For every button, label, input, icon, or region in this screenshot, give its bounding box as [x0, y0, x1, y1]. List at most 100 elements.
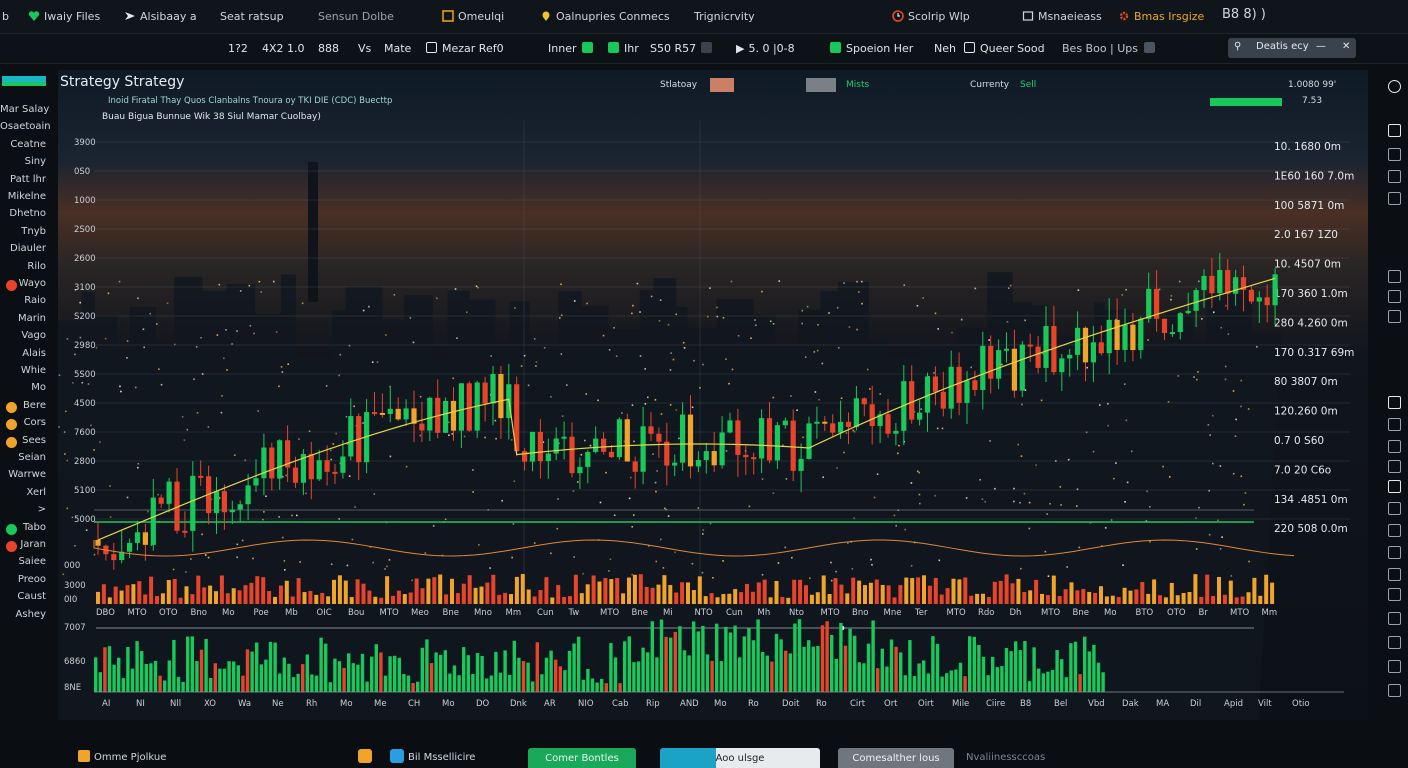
- toolbar-item[interactable]: Vs: [358, 41, 371, 57]
- sidebar-item[interactable]: Ceatne: [0, 139, 50, 155]
- toolbar-item[interactable]: 4X2 1.0: [262, 41, 305, 57]
- sidebar-item[interactable]: Xerl: [0, 487, 50, 503]
- left-icon[interactable]: [1388, 546, 1401, 559]
- text-icon[interactable]: [1388, 636, 1401, 649]
- magnet-icon[interactable]: [1388, 588, 1401, 601]
- toolbar-item[interactable]: Queer Sood: [964, 41, 1045, 57]
- sidebar-item[interactable]: Mar Salay: [0, 104, 50, 120]
- menu-item-sensun[interactable]: Sensun Dolbe: [318, 9, 394, 25]
- drop-icon[interactable]: [1388, 418, 1401, 431]
- toolbar-item[interactable]: Mate: [384, 41, 411, 57]
- sidebar-item[interactable]: Warrwe: [0, 469, 50, 485]
- volume-bar: [1217, 577, 1221, 604]
- toolbar-item[interactable]: Bes Boo | Ups: [1062, 41, 1160, 57]
- sidebar-item[interactable]: Ashey: [0, 609, 50, 625]
- sidebar-item[interactable]: Raio: [0, 295, 50, 311]
- toolbar-item[interactable]: Inner: [548, 41, 576, 57]
- tab-button-green[interactable]: Comer Bontles: [528, 748, 636, 768]
- menu-item-scolrip[interactable]: Scolrip Wlp: [892, 9, 970, 25]
- menu-item-alsibaay[interactable]: Alsibaay a: [124, 9, 197, 25]
- city-light: [813, 351, 816, 353]
- city-light: [1023, 492, 1026, 495]
- toolbar-item[interactable]: ▶ 5. 0 |0-8: [736, 41, 795, 57]
- histogram-bar: [531, 681, 535, 692]
- menu-item-trignicrvity[interactable]: Trignicrvity: [694, 9, 755, 25]
- toolbar-item[interactable]: S50 R57: [650, 41, 717, 57]
- speaker-icon[interactable]: [1388, 124, 1401, 137]
- sidebar-item[interactable]: Rilo: [0, 261, 50, 277]
- menu-item-conmecs[interactable]: Oalnupries Conmecs: [540, 9, 670, 25]
- globe-icon[interactable]: [1388, 80, 1401, 93]
- down-icon[interactable]: [1388, 612, 1401, 625]
- sidebar-item[interactable]: Seian: [0, 452, 50, 468]
- sidebar-item[interactable]: >: [0, 504, 50, 520]
- sidebar-item[interactable]: Caust: [0, 591, 50, 607]
- menu-item-seat[interactable]: Seat ratsup: [220, 9, 284, 25]
- city-light: [158, 368, 160, 370]
- sidebar-item[interactable]: Jaran: [0, 539, 50, 555]
- sidebar-item[interactable]: Tnyb: [0, 226, 50, 242]
- candlestick-chart[interactable]: 3900 0S0 1000 2S00 2600 3100 S200 2980 5S00 4500 7…: [58, 70, 1368, 720]
- toolbar-item[interactable]: 888: [318, 41, 339, 57]
- tab-button-gray[interactable]: Comesalther lous: [838, 748, 954, 768]
- sidebar-item[interactable]: Bere: [0, 400, 50, 416]
- ruler-icon[interactable]: [1388, 524, 1401, 537]
- menu-icon[interactable]: —: [1316, 41, 1326, 52]
- tab-button-cyan[interactable]: Aoo ulsge: [660, 748, 820, 768]
- sidebar-item[interactable]: Cors: [0, 417, 50, 433]
- city-light: [1123, 383, 1126, 385]
- slash-icon[interactable]: [1388, 660, 1401, 673]
- cursor-icon[interactable]: [1388, 568, 1401, 581]
- brush-icon[interactable]: [1388, 310, 1401, 323]
- menu-item-b8[interactable]: B8 8) ): [1222, 7, 1266, 23]
- sidebar-item[interactable]: Alais: [0, 348, 50, 364]
- sidebar-item[interactable]: Tabo: [0, 522, 50, 538]
- lock-icon[interactable]: [1388, 290, 1401, 303]
- toolbar-item[interactable]: [582, 41, 598, 57]
- plus-icon[interactable]: [1388, 440, 1401, 453]
- toolbar-item[interactable]: Mezar Ref0: [426, 41, 504, 57]
- histogram-bar: [158, 675, 162, 692]
- bell-icon[interactable]: [1388, 170, 1401, 183]
- pencil-icon[interactable]: [1388, 480, 1401, 493]
- sidebar-item[interactable]: Vago: [0, 330, 50, 346]
- sidebar-item[interactable]: Siny: [0, 156, 50, 172]
- menu-item-b[interactable]: b: [2, 9, 9, 25]
- toolbar-item[interactable]: Ihr: [608, 41, 639, 57]
- sidebar-item[interactable]: Sees: [0, 435, 50, 451]
- bottom-item[interactable]: Omme Pjolkue: [78, 748, 166, 768]
- close-icon[interactable]: ✕: [1342, 41, 1350, 52]
- sidebar-item[interactable]: Patt lhr: [0, 174, 50, 190]
- menu-item-omeulqi[interactable]: Omeulqi: [442, 9, 504, 25]
- menu-item-msnaeieass[interactable]: Msnaeieass: [1022, 9, 1102, 25]
- sidebar-item[interactable]: Wayo: [0, 278, 50, 294]
- more-icon[interactable]: [1388, 684, 1401, 697]
- sidebar-item[interactable]: Diauler: [0, 243, 50, 259]
- city-light: [722, 560, 724, 562]
- sidebar-item[interactable]: Dhetno: [0, 208, 50, 224]
- volume-bar: [113, 586, 118, 604]
- trend-icon[interactable]: [1388, 460, 1401, 473]
- histogram-bar: [646, 652, 650, 692]
- search-box[interactable]: ⚲ Deatis ecy — ✕: [1228, 38, 1356, 58]
- sidebar-item[interactable]: Saiee: [0, 556, 50, 572]
- toolbar-item[interactable]: Neh: [934, 41, 956, 57]
- toolbar-item[interactable]: Spoeion Her: [830, 41, 913, 57]
- bottom-item[interactable]: Bil Mssellicire: [358, 748, 475, 768]
- toolbar-item[interactable]: 1?2: [228, 41, 248, 57]
- circle-icon[interactable]: [1388, 502, 1401, 515]
- sidebar-item[interactable]: Marin: [0, 313, 50, 329]
- sidebar-item[interactable]: Mikelne: [0, 191, 50, 207]
- layers-icon[interactable]: [1388, 270, 1401, 283]
- sidebar-item[interactable]: Whie: [0, 365, 50, 381]
- sidebar-item[interactable]: Preoo: [0, 574, 50, 590]
- histogram-bar: [549, 650, 553, 692]
- menu-item-bmas[interactable]: Bmas Irsgize: [1118, 9, 1204, 25]
- menu-item-files[interactable]: Iwaiy Files: [28, 9, 100, 25]
- bottom-item[interactable]: Nvaliinessccoas: [966, 748, 1045, 768]
- link-icon[interactable]: [1388, 192, 1401, 205]
- sidebar-item[interactable]: Osaetoaing: [0, 121, 50, 137]
- trash-icon[interactable]: [1388, 148, 1401, 161]
- sidebar-item[interactable]: Mo: [0, 382, 50, 398]
- crosshair-icon[interactable]: [1388, 396, 1401, 409]
